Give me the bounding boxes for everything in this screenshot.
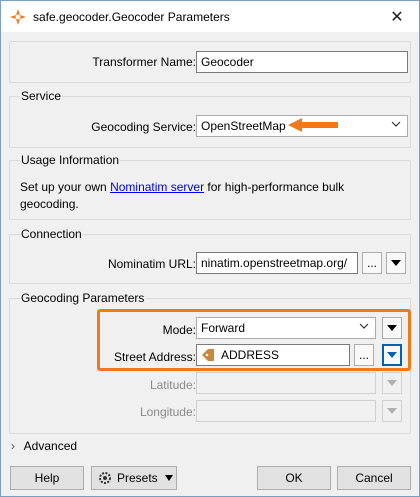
orange-highlight-box (97, 309, 411, 371)
presets-label: Presets (117, 471, 158, 485)
presets-button[interactable]: Presets (91, 466, 177, 490)
connection-group: Connection Nominatim URL: ninatim.openst… (9, 227, 411, 284)
latitude-label: Latitude: (149, 378, 196, 392)
nominatim-url-ellipsis-button[interactable]: ... (362, 252, 382, 274)
nominatim-url-menu-button[interactable] (386, 252, 406, 274)
usage-information-group: Usage Information Set up your own Nomina… (9, 153, 411, 220)
orange-arrow-annotation (288, 118, 338, 132)
chevron-right-icon: › (11, 439, 15, 453)
transformer-name-input[interactable]: Geocoder (196, 51, 408, 73)
ok-button[interactable]: OK (257, 466, 331, 490)
service-group-title: Service (20, 89, 63, 103)
triangle-down-icon (387, 408, 397, 414)
transformer-name-label: Transformer Name: (92, 55, 196, 69)
longitude-input (196, 400, 376, 422)
transformer-name-group: Transformer Name: Geocoder (9, 41, 411, 83)
window-title: safe.geocoder.Geocoder Parameters (33, 10, 230, 24)
dialog-window: safe.geocoder.Geocoder Parameters ✕ Tran… (0, 0, 420, 497)
triangle-down-icon (387, 380, 397, 386)
connection-group-title: Connection (20, 227, 83, 241)
usage-group-title: Usage Information (20, 153, 121, 167)
latitude-menu-button (382, 372, 402, 394)
close-button[interactable]: ✕ (375, 1, 419, 32)
close-icon: ✕ (390, 8, 404, 26)
longitude-menu-button (382, 400, 402, 422)
chevron-down-icon (391, 121, 401, 127)
geocoding-service-label: Geocoding Service: (91, 120, 196, 134)
longitude-label: Longitude: (139, 405, 196, 419)
cancel-button[interactable]: Cancel (337, 466, 411, 490)
title-bar: safe.geocoder.Geocoder Parameters ✕ (1, 1, 419, 32)
triangle-down-icon (391, 260, 401, 266)
service-group: Service Geocoding Service: OpenStreetMap (9, 89, 411, 148)
latitude-input (196, 372, 376, 394)
nominatim-url-label: Nominatim URL: (107, 257, 196, 271)
fme-app-icon (10, 9, 26, 25)
geocoding-parameters-title: Geocoding Parameters (20, 291, 146, 305)
help-button[interactable]: Help (10, 466, 84, 490)
gear-icon (99, 472, 111, 484)
advanced-section-toggle[interactable]: › Advanced (11, 439, 77, 453)
nominatim-url-input[interactable]: ninatim.openstreetmap.org/ (196, 252, 358, 274)
usage-text: Set up your own Nominatim server for hig… (20, 180, 345, 211)
nominatim-server-link[interactable]: Nominatim server (110, 180, 204, 194)
advanced-label: Advanced (23, 439, 78, 453)
triangle-down-icon (164, 475, 173, 481)
geocoding-service-value: OpenStreetMap (201, 119, 286, 133)
